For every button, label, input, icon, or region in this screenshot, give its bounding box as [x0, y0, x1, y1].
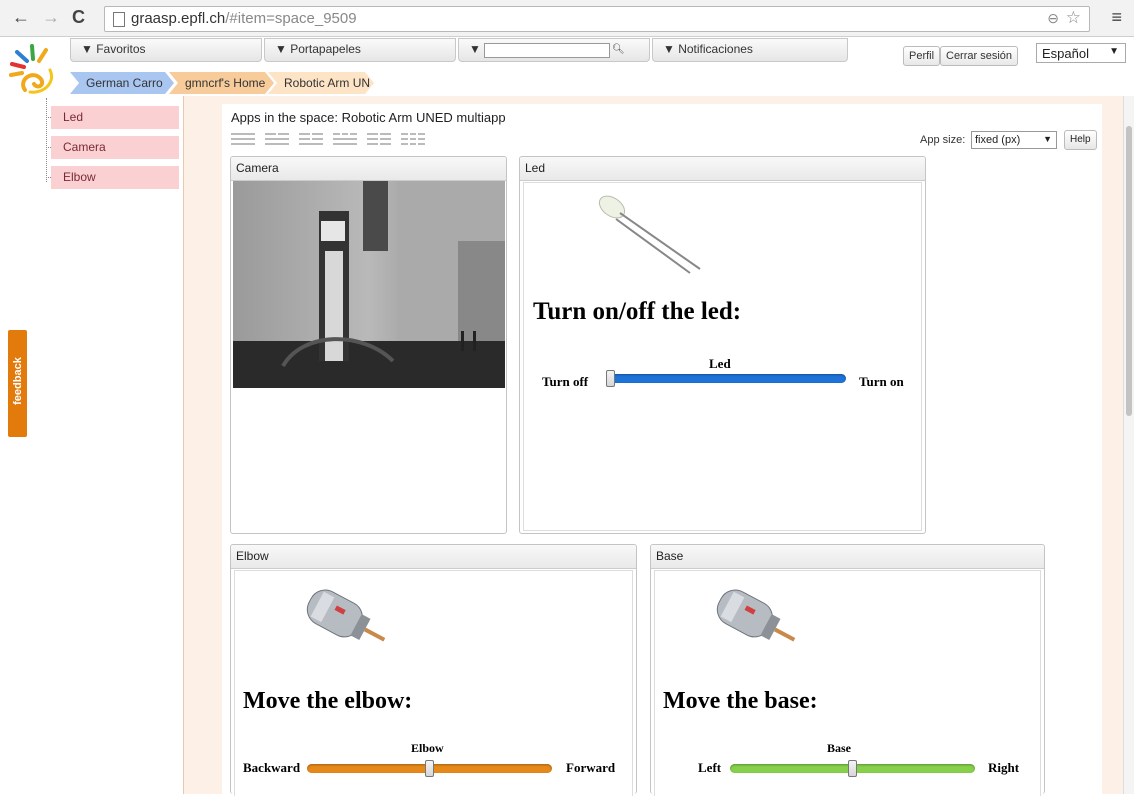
led-bulb-image [598, 195, 701, 274]
elbow-slider-title: Elbow [411, 741, 444, 755]
elbow-slider-handle[interactable] [425, 760, 434, 777]
sidebar-tree-line [46, 98, 47, 182]
elbow-right-label: Forward [566, 760, 616, 775]
bookmark-star-icon[interactable]: ☆ [1066, 8, 1081, 28]
profile-button[interactable]: Perfil [903, 46, 941, 66]
layout-grid-icon[interactable] [367, 132, 391, 146]
clipboard-menu[interactable]: ▼ Portapapeles [264, 38, 456, 62]
chevron-down-icon: ▼ [1043, 134, 1052, 144]
led-app-content: Turn on/off the led: Led Turn off Turn o… [523, 182, 922, 531]
help-button[interactable]: Help [1064, 130, 1097, 150]
app-size-label: App size: [920, 134, 966, 146]
camera-app: Camera [230, 156, 507, 534]
led-left-label: Turn off [542, 374, 589, 389]
search-icon[interactable]: 🔍︎ [612, 44, 625, 55]
base-slider-title: Base [827, 741, 851, 755]
motor-image [716, 589, 796, 642]
search-toggle[interactable]: ▼ [469, 42, 481, 56]
zoom-icon[interactable]: ⊖ [1047, 10, 1059, 27]
sidebar-item-led[interactable]: Led [51, 106, 179, 129]
elbow-app-content: Move the elbow: Elbow Backward Forward [234, 570, 633, 796]
base-slider-handle[interactable] [848, 760, 857, 777]
sidebar-item-elbow[interactable]: Elbow [51, 166, 179, 189]
base-app-content: Move the base: Base Left Right [654, 570, 1041, 796]
led-slider-title: Led [709, 356, 731, 371]
elbow-left-label: Backward [243, 760, 301, 775]
app-size-select[interactable]: fixed (px) ▼ [971, 131, 1057, 149]
motor-image [306, 589, 386, 642]
language-select[interactable]: Español ▼ [1036, 43, 1126, 63]
breadcrumb-item-home[interactable]: gmncrf's Home [169, 72, 274, 94]
search-input[interactable] [484, 43, 610, 58]
elbow-app: Elbow Move the elbow: Elbow Backward For… [230, 544, 637, 796]
led-right-label: Turn on [859, 374, 904, 389]
led-slider-handle[interactable] [606, 370, 615, 387]
app-header[interactable]: Camera [231, 157, 506, 181]
browser-toolbar: ← → C graasp.epfl.ch/#item=space_9509 ⊖ … [0, 0, 1134, 37]
led-app: Led Turn on/off the led: Led Turn off Tu… [519, 156, 926, 534]
layout-2col-icon[interactable] [265, 132, 289, 146]
camera-feed-image [233, 181, 505, 388]
sidebar-item-camera[interactable]: Camera [51, 136, 179, 159]
app-header[interactable]: Elbow [231, 545, 636, 569]
layout-2col-b-icon[interactable] [299, 132, 323, 146]
page-title: Apps in the space: Robotic Arm UNED mult… [231, 110, 506, 125]
breadcrumb-item-space[interactable]: Robotic Arm UN [268, 72, 374, 94]
address-bar[interactable]: graasp.epfl.ch/#item=space_9509 ⊖ ☆ [104, 6, 1090, 32]
graasp-logo [9, 44, 53, 94]
feedback-label: feedback [12, 357, 24, 405]
elbow-heading: Move the elbow: [243, 688, 413, 714]
breadcrumb-item-user[interactable]: German Carro [70, 72, 174, 94]
favorites-menu[interactable]: ▼ Favoritos [70, 38, 262, 62]
browser-menu-icon[interactable]: ≡ [1111, 7, 1122, 28]
feedback-tab[interactable]: feedback [8, 330, 27, 437]
scrollbar-thumb[interactable] [1126, 126, 1132, 416]
forward-icon[interactable]: → [42, 8, 60, 26]
chevron-down-icon: ▼ [1109, 46, 1119, 57]
layout-1col-icon[interactable] [231, 132, 255, 146]
app-header[interactable]: Led [520, 157, 925, 181]
base-right-label: Right [988, 760, 1020, 775]
base-app: Base Move the base: Base Left Right [650, 544, 1045, 796]
led-heading: Turn on/off the led: [533, 298, 742, 325]
app-header[interactable]: Base [651, 545, 1044, 569]
back-icon[interactable]: ← [12, 8, 30, 26]
page-icon [113, 12, 125, 27]
base-heading: Move the base: [663, 688, 818, 714]
base-left-label: Left [698, 760, 722, 775]
notifications-menu[interactable]: ▼ Notificaciones [652, 38, 848, 62]
reload-icon[interactable]: C [72, 8, 85, 26]
url-text[interactable]: graasp.epfl.ch/#item=space_9509 [131, 10, 357, 27]
led-slider-track[interactable] [606, 374, 846, 383]
logout-button[interactable]: Cerrar sesión [940, 46, 1019, 66]
layout-3x3-icon[interactable] [401, 132, 425, 146]
page-scrollbar[interactable] [1123, 96, 1134, 794]
layout-3col-icon[interactable] [333, 132, 357, 146]
